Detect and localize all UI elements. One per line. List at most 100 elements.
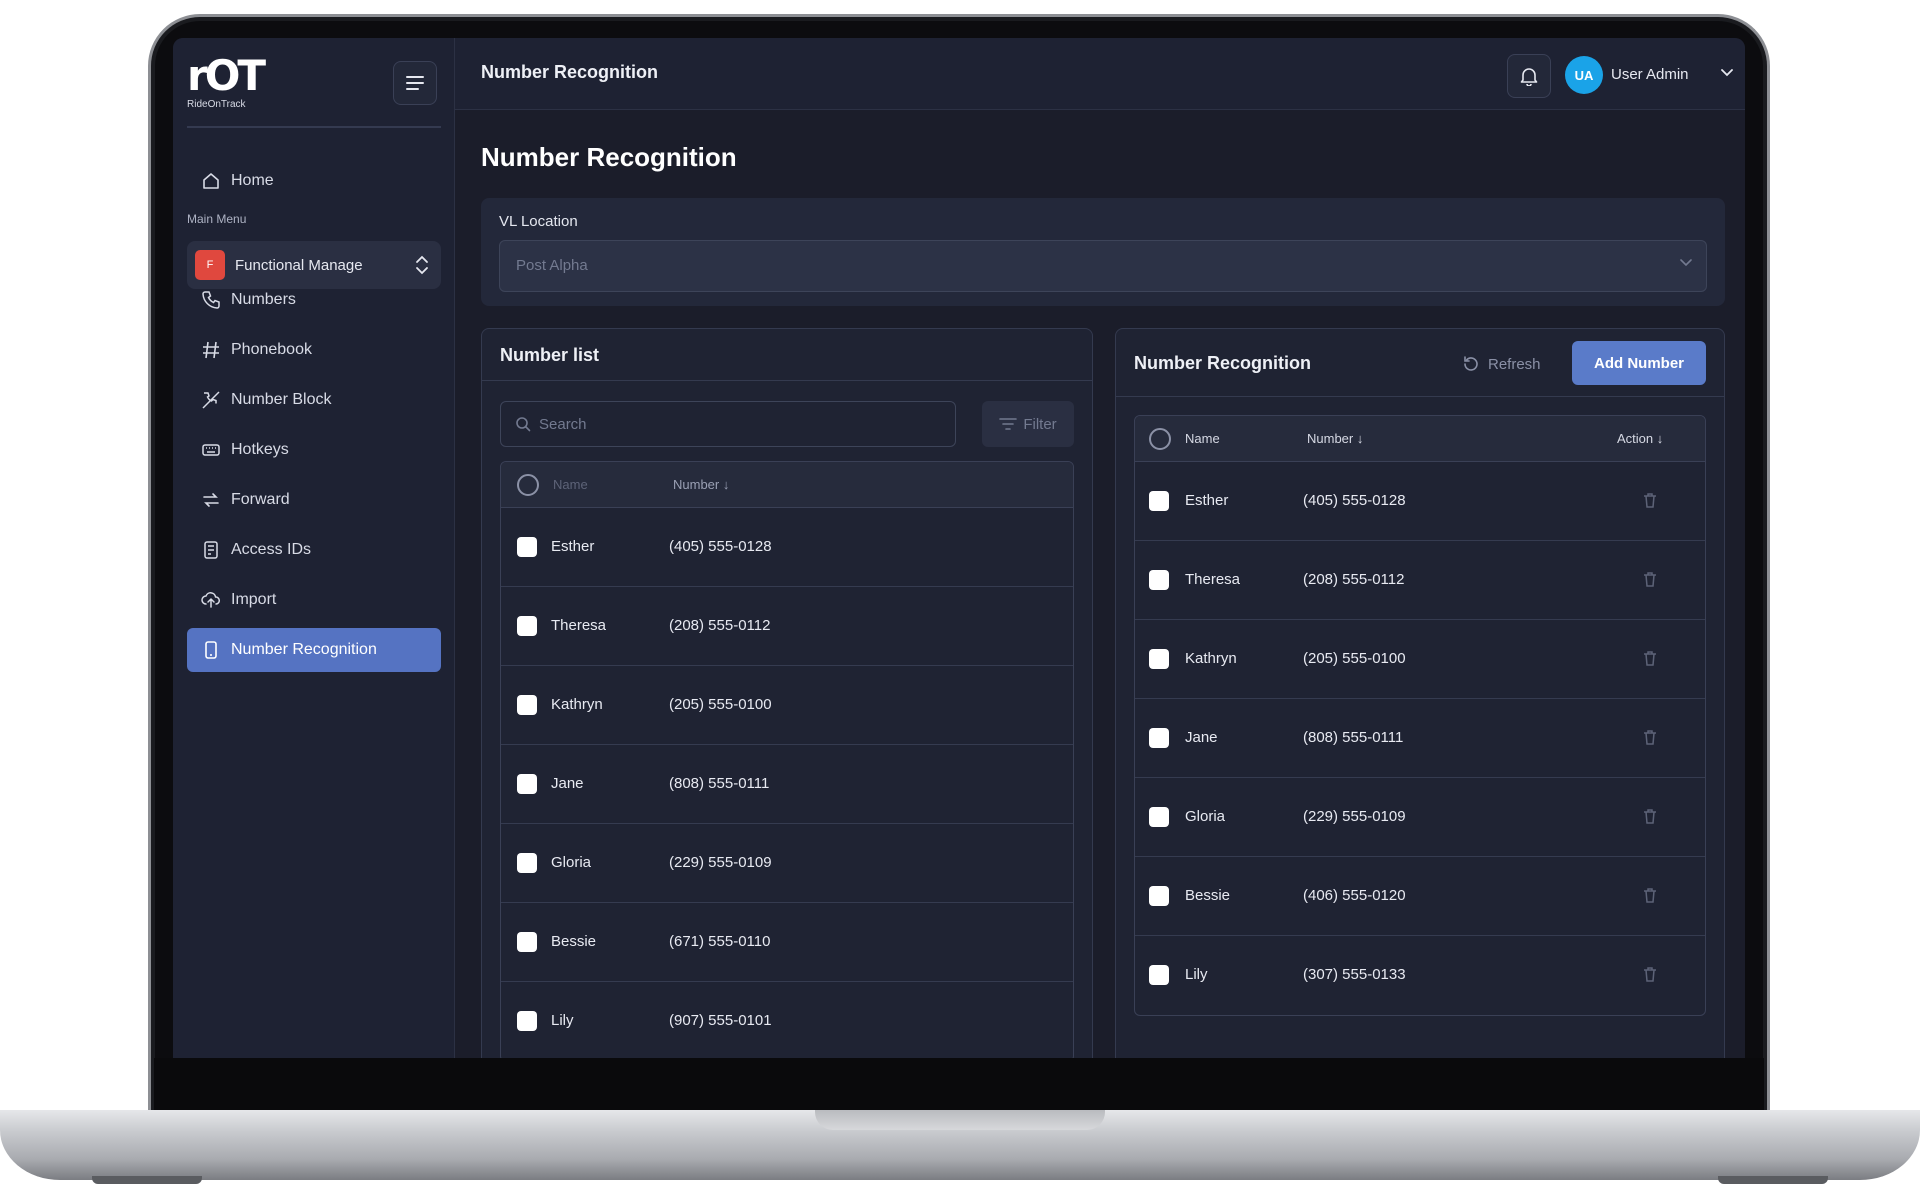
keyboard-icon bbox=[202, 444, 220, 456]
trash-icon[interactable] bbox=[1643, 887, 1657, 903]
trash-icon[interactable] bbox=[1643, 808, 1657, 824]
table-row[interactable]: Jane (808) 555-0111 bbox=[1135, 699, 1705, 778]
column-action[interactable]: Action ↓ bbox=[1617, 431, 1663, 446]
row-checkbox[interactable] bbox=[1149, 965, 1169, 985]
row-checkbox[interactable] bbox=[517, 932, 537, 952]
row-number: (808) 555-0111 bbox=[1303, 729, 1404, 746]
sidebar-item-label: Phonebook bbox=[231, 341, 312, 358]
add-number-button[interactable]: Add Number bbox=[1572, 341, 1706, 385]
laptop-notch bbox=[815, 1110, 1105, 1130]
row-number: (208) 555-0112 bbox=[669, 617, 771, 634]
row-checkbox[interactable] bbox=[1149, 728, 1169, 748]
row-number: (406) 555-0120 bbox=[1303, 887, 1406, 904]
sidebar-item-forward[interactable]: Forward bbox=[187, 478, 441, 522]
sidebar-item-label: Home bbox=[231, 172, 274, 189]
location-card: VL Location Post Alpha bbox=[481, 198, 1725, 306]
chevron-down-icon[interactable] bbox=[1721, 69, 1733, 77]
card-title: Number list bbox=[500, 345, 600, 365]
column-number[interactable]: Number ↓ bbox=[1307, 431, 1363, 446]
row-number: (205) 555-0100 bbox=[669, 696, 772, 713]
refresh-icon bbox=[1464, 356, 1478, 371]
sidebar-item-number-recognition[interactable]: Number Recognition bbox=[187, 628, 441, 672]
row-checkbox[interactable] bbox=[1149, 807, 1169, 827]
menu-toggle-button[interactable] bbox=[393, 61, 437, 105]
chevron-up-down-icon bbox=[416, 255, 428, 275]
logo-mark: rOT bbox=[187, 51, 266, 100]
table-row[interactable]: Bessie (671) 555-0110 bbox=[501, 903, 1073, 982]
row-name: Gloria bbox=[1185, 808, 1226, 825]
search-input[interactable]: Search bbox=[500, 401, 956, 447]
row-name: Jane bbox=[551, 775, 584, 792]
sidebar-item-access-ids[interactable]: Access IDs bbox=[187, 528, 441, 572]
row-name: Lily bbox=[1185, 966, 1208, 983]
table-row[interactable]: Gloria (229) 555-0109 bbox=[501, 824, 1073, 903]
column-action-label: Action bbox=[1617, 431, 1654, 446]
trash-icon[interactable] bbox=[1643, 966, 1657, 982]
select-all-checkbox[interactable] bbox=[517, 474, 539, 496]
menu-icon bbox=[406, 76, 424, 90]
sidebar-divider bbox=[187, 126, 441, 128]
table-row[interactable]: Kathryn (205) 555-0100 bbox=[1135, 620, 1705, 699]
table-header: Name Number ↓ Action ↓ bbox=[1135, 416, 1705, 462]
table-body: Esther (405) 555-0128 Theresa (208) 555-011… bbox=[1135, 462, 1705, 1015]
table-row[interactable]: Esther (405) 555-0128 bbox=[1135, 462, 1705, 541]
table-row[interactable]: Esther (405) 555-0128 bbox=[501, 508, 1073, 587]
table-header: Name Number ↓ bbox=[501, 462, 1073, 508]
sidebar-item-hotkeys[interactable]: Hotkeys bbox=[187, 428, 441, 472]
location-select[interactable]: Post Alpha bbox=[499, 240, 1707, 292]
row-name: Gloria bbox=[551, 854, 592, 871]
filter-button[interactable]: Filter bbox=[982, 401, 1074, 447]
table-row[interactable]: Kathryn (205) 555-0100 bbox=[501, 666, 1073, 745]
table-row[interactable]: Theresa (208) 555-0112 bbox=[1135, 541, 1705, 620]
row-checkbox[interactable] bbox=[517, 695, 537, 715]
upload-icon bbox=[201, 592, 221, 608]
row-number: (808) 555-0111 bbox=[669, 775, 770, 792]
functional-badge: F bbox=[195, 250, 225, 280]
sidebar-item-numbers[interactable]: Numbers bbox=[187, 278, 441, 322]
row-checkbox[interactable] bbox=[517, 774, 537, 794]
row-checkbox[interactable] bbox=[517, 537, 537, 557]
sidebar-item-home[interactable]: Home bbox=[187, 159, 441, 203]
app-logo[interactable]: rOT RideOnTrack bbox=[187, 54, 277, 114]
row-checkbox[interactable] bbox=[517, 853, 537, 873]
row-checkbox[interactable] bbox=[517, 1011, 537, 1031]
notifications-button[interactable] bbox=[1507, 54, 1551, 98]
table-row[interactable]: Gloria (229) 555-0109 bbox=[1135, 778, 1705, 857]
table-row[interactable]: Lily (907) 555-0101 bbox=[501, 982, 1073, 1058]
row-checkbox[interactable] bbox=[1149, 649, 1169, 669]
sidebar-item-phonebook[interactable]: Phonebook bbox=[187, 328, 441, 372]
sidebar-item-label: Numbers bbox=[231, 291, 296, 308]
table-row[interactable]: Lily (307) 555-0133 bbox=[1135, 936, 1705, 1015]
sidebar-item-number-block[interactable]: Number Block bbox=[187, 378, 441, 422]
row-name: Theresa bbox=[551, 617, 607, 634]
row-number: (229) 555-0109 bbox=[669, 854, 772, 871]
home-icon bbox=[203, 173, 219, 189]
column-number[interactable]: Number ↓ bbox=[673, 477, 729, 492]
sidebar-item-import[interactable]: Import bbox=[187, 578, 441, 622]
user-name[interactable]: User Admin bbox=[1611, 66, 1689, 83]
trash-icon[interactable] bbox=[1643, 492, 1657, 508]
avatar[interactable]: UA bbox=[1565, 56, 1603, 94]
table-row[interactable]: Theresa (208) 555-0112 bbox=[501, 587, 1073, 666]
functional-label: Functional Manage bbox=[235, 256, 363, 274]
row-number: (208) 555-0112 bbox=[1303, 571, 1405, 588]
search-icon bbox=[516, 417, 531, 432]
row-number: (229) 555-0109 bbox=[1303, 808, 1406, 825]
row-number: (671) 555-0110 bbox=[669, 933, 771, 950]
refresh-button[interactable]: Refresh bbox=[1462, 355, 1541, 373]
table-row[interactable]: Bessie (406) 555-0120 bbox=[1135, 857, 1705, 936]
trash-icon[interactable] bbox=[1643, 571, 1657, 587]
row-checkbox[interactable] bbox=[1149, 570, 1169, 590]
row-checkbox[interactable] bbox=[1149, 886, 1169, 906]
select-all-checkbox[interactable] bbox=[1149, 428, 1171, 450]
card-title: Number Recognition bbox=[1134, 353, 1312, 373]
row-checkbox[interactable] bbox=[1149, 491, 1169, 511]
trash-icon[interactable] bbox=[1643, 729, 1657, 745]
trash-icon[interactable] bbox=[1643, 650, 1657, 666]
table-row[interactable]: Jane (808) 555-0111 bbox=[501, 745, 1073, 824]
section-label: Main Menu bbox=[187, 212, 247, 226]
row-name: Esther bbox=[1185, 492, 1229, 509]
phone-icon bbox=[202, 291, 220, 309]
row-checkbox[interactable] bbox=[517, 616, 537, 636]
sidebar-item-label: Number Block bbox=[231, 391, 332, 408]
